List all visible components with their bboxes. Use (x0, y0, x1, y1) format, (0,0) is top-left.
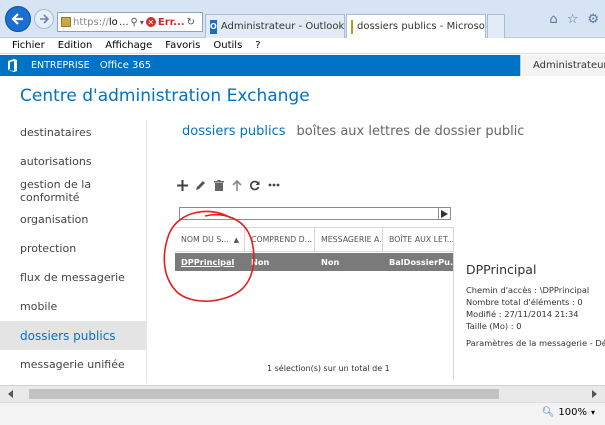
delete-icon[interactable] (213, 178, 224, 192)
sidebar-item-flux-messagerie[interactable]: flux de messagerie (0, 263, 146, 292)
edit-icon[interactable] (195, 178, 206, 192)
row-cell-nom[interactable]: DPPrincipal (175, 253, 245, 271)
office365-link[interactable]: Office 365 (97, 60, 151, 71)
office-logo-icon[interactable] (0, 55, 24, 76)
forward-button[interactable] (34, 9, 54, 29)
zoom-control[interactable]: 🔍︎ 100% ▾ (542, 407, 595, 418)
horizontal-scrollbar[interactable] (0, 385, 605, 402)
page-icon (61, 17, 71, 27)
search-input[interactable] (179, 207, 451, 220)
cert-error-label[interactable]: Err... (158, 17, 185, 28)
back-button[interactable] (5, 6, 31, 32)
sort-ascending-icon: ▲ (233, 235, 239, 244)
sidebar-item-organisation[interactable]: organisation (0, 205, 146, 234)
scrollbar-thumb[interactable] (29, 389, 499, 399)
tab-label: Administrateur - Outlook Web ... (220, 21, 345, 32)
menu-file[interactable]: Fichier (12, 40, 45, 51)
sidebar-item-conformite[interactable]: gestion de la conformité (0, 176, 146, 205)
sidebar-item-destinataires[interactable]: destinataires (0, 118, 146, 147)
row-cell-comprend: Non (251, 257, 270, 267)
sidebar-item-dossiers-publics[interactable]: dossiers publics (0, 321, 146, 350)
move-up-icon[interactable] (231, 178, 242, 192)
dropdown-icon[interactable]: ▾ (140, 18, 144, 27)
column-header-boite-aux-lettres[interactable]: BOÎTE AUX LET... (383, 228, 453, 251)
outlook-icon: O (210, 19, 217, 34)
menu-edit[interactable]: Edition (58, 40, 93, 51)
row-cell-boite: BalDossierPu... (389, 257, 453, 267)
tab-boites-dossier-public[interactable]: boîtes aux lettres de dossier public (297, 124, 525, 139)
user-menu[interactable]: Administrateur ▾ (520, 55, 605, 76)
tab-dossiers-publics[interactable]: dossiers publics - Microsoft... ✕ (346, 14, 486, 38)
zoom-icon: 🔍︎ (541, 407, 555, 418)
favorites-icon[interactable]: ☆ (567, 12, 579, 27)
menu-tools[interactable]: Outils (213, 40, 242, 51)
refresh-icon[interactable] (249, 178, 260, 192)
address-text: https://local (73, 16, 117, 28)
tab-dossiers-publics-page[interactable]: dossiers publics (182, 124, 286, 139)
details-path: Chemin d'accès : \DPPrincipal (466, 285, 590, 295)
sidebar-nav: destinataires autorisations gestion de l… (0, 118, 146, 379)
tab-label: dossiers publics - Microsoft... (357, 21, 485, 32)
home-icon[interactable]: ⌂ (549, 12, 557, 27)
column-label: NOM DU S... (181, 235, 229, 244)
column-header-comprend[interactable]: COMPREND D... (245, 228, 315, 251)
user-menu-label: Administrateur (533, 60, 605, 71)
menu-view[interactable]: Affichage (105, 40, 152, 51)
menu-help[interactable]: ? (255, 40, 260, 51)
details-mail-settings: Paramètres de la messagerie - Désa (466, 338, 605, 348)
public-folders-grid: NOM DU S... ▲ COMPREND D... MESSAGERIE A… (175, 227, 453, 373)
scroll-right-icon[interactable] (592, 390, 597, 398)
column-header-messagerie[interactable]: MESSAGERIE A... (315, 228, 383, 251)
office365-header: ENTREPRISE Office 365 Administrateur ▾ (0, 55, 605, 76)
action-toolbar (177, 178, 281, 192)
arrow-left-icon (11, 13, 23, 25)
table-row[interactable]: DPPrincipal Non Non BalDossierPu... (175, 253, 453, 271)
sidebar-item-protection[interactable]: protection (0, 234, 146, 263)
cert-error-icon[interactable]: ✕ (145, 17, 156, 27)
search-submit-icon[interactable] (438, 208, 450, 219)
details-size: Taille (Mo) : 0 (466, 321, 522, 331)
sidebar-divider (146, 120, 147, 382)
search-icon[interactable]: ⚲ (131, 17, 138, 28)
more-icon[interactable] (267, 178, 281, 192)
details-divider (453, 227, 454, 379)
settings-gear-icon[interactable]: ⚙ (587, 12, 599, 27)
selection-count: 1 sélection(s) sur un total de 1 (267, 364, 390, 373)
sidebar-item-autorisations[interactable]: autorisations (0, 147, 146, 176)
page-title: Centre d'administration Exchange (20, 86, 310, 106)
menu-favorites[interactable]: Favoris (165, 40, 200, 51)
add-icon[interactable] (177, 178, 188, 192)
address-ellipsis: ... (119, 16, 129, 28)
menu-bar: Fichier Edition Affichage Favoris Outils… (0, 38, 605, 54)
browser-toolbar: https://local ... ⚲ ▾ ✕ Err... ↻ O Admin… (0, 0, 605, 38)
enterprise-label: ENTREPRISE (31, 60, 90, 71)
new-tab-button[interactable] (487, 14, 505, 38)
sidebar-item-mobile[interactable]: mobile (0, 292, 146, 321)
zoom-level: 100% (558, 407, 587, 418)
column-header-nom[interactable]: NOM DU S... ▲ (175, 228, 245, 251)
tab-outlook[interactable]: O Administrateur - Outlook Web ... (205, 14, 345, 38)
scroll-left-icon[interactable] (8, 390, 13, 398)
refresh-page-icon[interactable]: ↻ (187, 17, 195, 28)
details-item-count: Nombre total d'éléments : 0 (466, 297, 583, 307)
address-bar[interactable]: https://local ... ⚲ ▾ ✕ Err... ↻ (57, 12, 203, 32)
arrow-right-icon (40, 14, 49, 24)
row-cell-messagerie: Non (321, 257, 340, 267)
chevron-down-icon: ▾ (590, 408, 595, 417)
details-title: DPPrincipal (466, 262, 537, 277)
grid-header: NOM DU S... ▲ COMPREND D... MESSAGERIE A… (175, 228, 453, 252)
folder-icon (351, 19, 353, 34)
status-bar: 🔍︎ 100% ▾ (0, 402, 605, 425)
sidebar-item-messagerie-unifiee[interactable]: messagerie unifiée (0, 350, 146, 379)
details-modified: Modifié : 27/11/2014 21:34 (466, 309, 579, 319)
page-tabs: dossiers publics boîtes aux lettres de d… (182, 124, 524, 139)
browser-tools: ⌂ ☆ ⚙ (549, 12, 599, 27)
